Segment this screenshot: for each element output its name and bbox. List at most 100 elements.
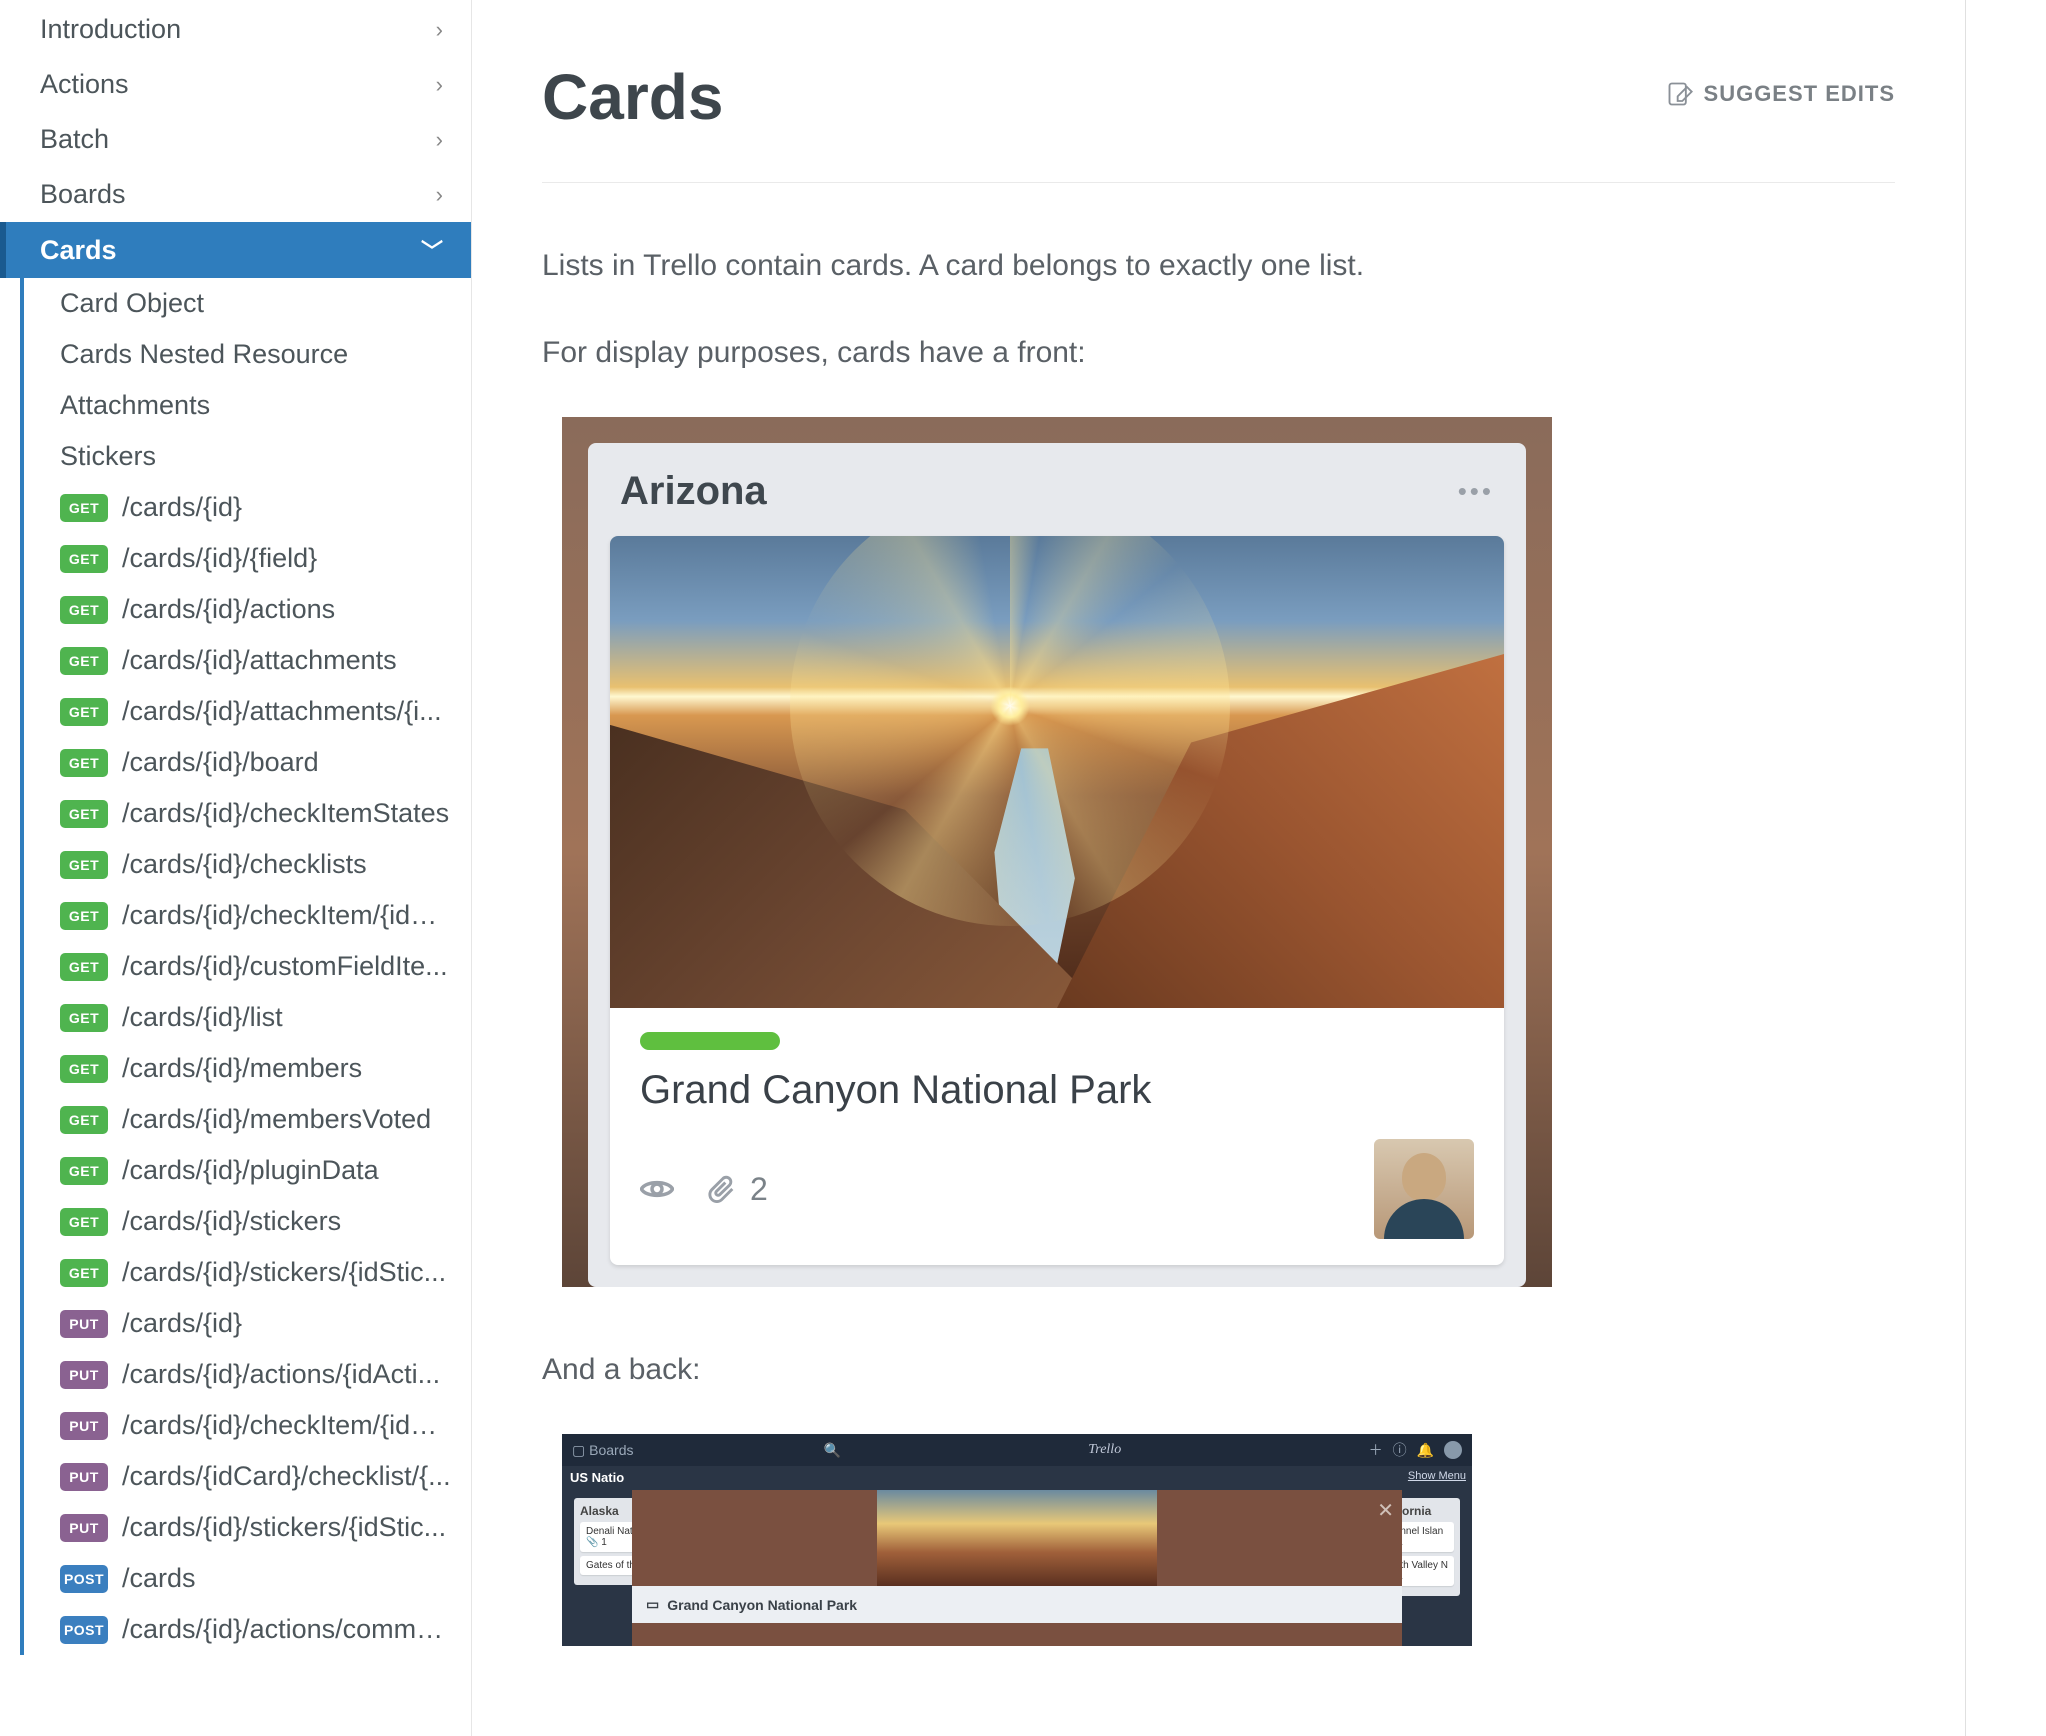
list-title: Arizona <box>620 469 767 514</box>
page-header: Cards SUGGEST EDITS <box>542 60 1895 183</box>
sidebar-api-item[interactable]: GET/cards/{id}/members <box>24 1043 471 1094</box>
api-path: /cards/{id} <box>122 492 242 523</box>
method-badge-get: GET <box>60 545 108 573</box>
api-path: /cards/{id}/actions <box>122 594 335 625</box>
sidebar-section-cards[interactable]: Cards﹀ <box>0 222 471 278</box>
sidebar-section-label: Boards <box>40 179 126 210</box>
list-menu-icon[interactable]: ••• <box>1458 476 1494 507</box>
api-path: /cards/{id}/customFieldIte... <box>122 951 448 982</box>
attachment-count: 2 <box>750 1171 768 1208</box>
sidebar-api-item[interactable]: GET/cards/{id}/checkItem/{idC... <box>24 890 471 941</box>
api-path: /cards/{id}/members <box>122 1053 362 1084</box>
watch-icon <box>640 1175 674 1203</box>
right-gutter <box>1966 0 2046 1736</box>
sidebar-api-item[interactable]: GET/cards/{id}/membersVoted <box>24 1094 471 1145</box>
suggest-edits-button[interactable]: SUGGEST EDITS <box>1666 80 1895 108</box>
page-title: Cards <box>542 60 723 134</box>
api-path: /cards/{id}/stickers <box>122 1206 341 1237</box>
api-path: /cards/{id}/membersVoted <box>122 1104 431 1135</box>
edit-icon <box>1666 80 1694 108</box>
sidebar-section-batch[interactable]: Batch› <box>0 112 471 167</box>
show-menu-link[interactable]: Show Menu <box>1408 1470 1466 1482</box>
board-title: US Natio <box>570 1470 624 1485</box>
api-path: /cards/{id}/actions/comme... <box>122 1614 451 1645</box>
topbar-avatar[interactable] <box>1444 1441 1462 1459</box>
sidebar-api-item[interactable]: POST/cards <box>24 1553 471 1604</box>
sidebar-section-label: Batch <box>40 124 109 155</box>
sidebar-api-item[interactable]: GET/cards/{id}/checklists <box>24 839 471 890</box>
method-badge-put: PUT <box>60 1514 108 1542</box>
method-badge-get: GET <box>60 851 108 879</box>
sidebar-api-item[interactable]: GET/cards/{id}/customFieldIte... <box>24 941 471 992</box>
method-badge-get: GET <box>60 647 108 675</box>
sidebar-item[interactable]: Stickers <box>24 431 471 482</box>
api-path: /cards/{id}/pluginData <box>122 1155 379 1186</box>
sidebar-api-item[interactable]: PUT/cards/{id}/actions/{idActi... <box>24 1349 471 1400</box>
sidebar: Introduction › Actions › Batch› Boards › Cards﹀… <box>0 0 472 1736</box>
method-badge-get: GET <box>60 494 108 522</box>
sidebar-api-item[interactable]: PUT/cards/{id} <box>24 1298 471 1349</box>
sidebar-api-item[interactable]: PUT/cards/{idCard}/checklist/{... <box>24 1451 471 1502</box>
sidebar-api-item[interactable]: GET/cards/{id} <box>24 482 471 533</box>
trello-logo: Trello <box>851 1442 1359 1458</box>
method-badge-post: POST <box>60 1616 108 1644</box>
sidebar-api-item[interactable]: GET/cards/{id}/board <box>24 737 471 788</box>
method-badge-get: GET <box>60 749 108 777</box>
sidebar-section-label: Actions <box>40 69 129 100</box>
sidebar-section-label: Introduction <box>40 14 181 45</box>
sidebar-api-item[interactable]: GET/cards/{id}/attachments <box>24 635 471 686</box>
sidebar-api-item[interactable]: GET/cards/{id}/checkItemStates <box>24 788 471 839</box>
sidebar-section-introduction[interactable]: Introduction › <box>0 2 471 57</box>
api-path: /cards/{id} <box>122 1308 242 1339</box>
back-label: And a back: <box>542 1347 1895 1392</box>
api-path: /cards/{id}/{field} <box>122 543 317 574</box>
method-badge-get: GET <box>60 953 108 981</box>
member-avatar[interactable] <box>1374 1139 1474 1239</box>
method-badge-get: GET <box>60 1208 108 1236</box>
sidebar-api-item[interactable]: POST/cards/{id}/actions/comme... <box>24 1604 471 1655</box>
api-path: /cards/{idCard}/checklist/{... <box>122 1461 451 1492</box>
intro-text-1: Lists in Trello contain cards. A card be… <box>542 243 1895 288</box>
api-path: /cards/{id}/checkItem/{idC... <box>122 900 451 931</box>
close-icon[interactable]: ✕ <box>1377 1498 1394 1523</box>
sidebar-api-item[interactable]: GET/cards/{id}/{field} <box>24 533 471 584</box>
api-path: /cards/{id}/board <box>122 747 319 778</box>
sidebar-item[interactable]: Card Object <box>24 278 471 329</box>
sidebar-api-item[interactable]: GET/cards/{id}/list <box>24 992 471 1043</box>
method-badge-get: GET <box>60 902 108 930</box>
chevron-down-icon: ﹀ <box>421 234 443 266</box>
method-badge-put: PUT <box>60 1463 108 1491</box>
api-path: /cards/{id}/checklists <box>122 849 367 880</box>
sidebar-item[interactable]: Cards Nested Resource <box>24 329 471 380</box>
boards-button[interactable]: ▢ Boards <box>572 1442 633 1459</box>
method-badge-get: GET <box>60 800 108 828</box>
method-badge-post: POST <box>60 1565 108 1593</box>
sidebar-section-actions[interactable]: Actions › <box>0 57 471 112</box>
method-badge-get: GET <box>60 698 108 726</box>
sidebar-api-item[interactable]: PUT/cards/{id}/checkItem/{idC... <box>24 1400 471 1451</box>
api-path: /cards/{id}/actions/{idActi... <box>122 1359 440 1390</box>
card-back-preview: ▢ Boards 🔍 Trello ＋ ⓘ 🔔 US Natio Show Me… <box>562 1434 1472 1646</box>
method-badge-get: GET <box>60 1157 108 1185</box>
sidebar-api-item[interactable]: GET/cards/{id}/attachments/{i... <box>24 686 471 737</box>
sidebar-item[interactable]: Attachments <box>24 380 471 431</box>
api-path: /cards/{id}/checkItemStates <box>122 798 449 829</box>
api-path: /cards/{id}/checkItem/{idC... <box>122 1410 451 1441</box>
sidebar-api-item[interactable]: GET/cards/{id}/stickers <box>24 1196 471 1247</box>
method-badge-put: PUT <box>60 1361 108 1389</box>
add-icon[interactable]: ＋ <box>1369 1440 1383 1460</box>
card-title: Grand Canyon National Park <box>640 1068 1474 1113</box>
sidebar-api-item[interactable]: GET/cards/{id}/actions <box>24 584 471 635</box>
sidebar-section-boards[interactable]: Boards › <box>0 167 471 222</box>
info-icon[interactable]: ⓘ <box>1393 1440 1407 1460</box>
chevron-right-icon: › <box>436 182 443 208</box>
attachment-icon <box>706 1175 740 1203</box>
chevron-right-icon: › <box>436 72 443 98</box>
sidebar-api-item[interactable]: PUT/cards/{id}/stickers/{idStic... <box>24 1502 471 1553</box>
sidebar-api-item[interactable]: GET/cards/{id}/pluginData <box>24 1145 471 1196</box>
sidebar-api-item[interactable]: GET/cards/{id}/stickers/{idStic... <box>24 1247 471 1298</box>
trello-card[interactable]: Grand Canyon National Park <box>610 536 1504 1265</box>
bell-icon[interactable]: 🔔 <box>1417 1442 1434 1459</box>
card-back-modal: ✕ ▭ Grand Canyon National Park <box>632 1490 1402 1646</box>
chevron-right-icon: › <box>436 17 443 43</box>
